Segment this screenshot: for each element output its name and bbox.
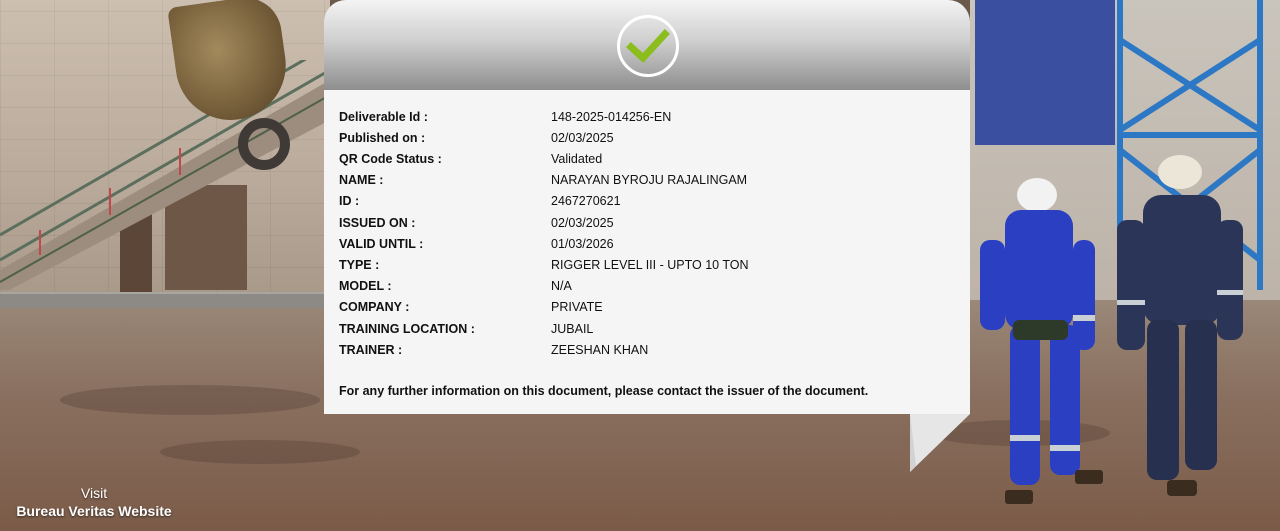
card-header xyxy=(324,0,970,90)
field-row-company: COMPANY : PRIVATE xyxy=(339,300,959,321)
field-row-training-location: TRAINING LOCATION : JUBAIL xyxy=(339,322,959,343)
field-label: VALID UNTIL : xyxy=(339,237,424,251)
field-value: RIGGER LEVEL III - UPTO 10 TON xyxy=(551,258,749,272)
check-icon xyxy=(626,29,670,63)
field-row-name: NAME : NARAYAN BYROJU RAJALINGAM xyxy=(339,173,959,194)
field-label: Published on : xyxy=(339,131,426,145)
certificate-card: Deliverable Id : 148-2025-014256-EN Publ… xyxy=(324,0,970,414)
staircase xyxy=(0,60,330,290)
field-value: PRIVATE xyxy=(551,300,603,314)
bureau-veritas-website-link[interactable]: Visit Bureau Veritas Website xyxy=(0,485,188,519)
tyre xyxy=(238,118,290,170)
worker-figure xyxy=(980,178,1103,504)
field-label: COMPANY : xyxy=(339,300,410,314)
field-row-deliverable-id: Deliverable Id : 148-2025-014256-EN xyxy=(339,110,959,131)
certificate-details: Deliverable Id : 148-2025-014256-EN Publ… xyxy=(324,90,970,414)
page-fold xyxy=(910,414,970,472)
visit-label: Visit xyxy=(80,485,108,501)
field-row-trainer: TRAINER : ZEESHAN KHAN xyxy=(339,343,959,364)
field-row-id: ID : 2467270621 xyxy=(339,194,959,215)
field-label: QR Code Status : xyxy=(339,152,442,166)
field-label: ISSUED ON : xyxy=(339,216,416,230)
field-value: 02/03/2025 xyxy=(551,216,614,230)
field-row-issued-on: ISSUED ON : 02/03/2025 xyxy=(339,216,959,237)
blue-panel xyxy=(975,0,1115,145)
validated-badge xyxy=(617,15,679,77)
field-row-qr-status: QR Code Status : Validated xyxy=(339,152,959,173)
field-label: MODEL : xyxy=(339,279,392,293)
field-value: 02/03/2025 xyxy=(551,131,614,145)
field-value: N/A xyxy=(551,279,572,293)
field-value: JUBAIL xyxy=(551,322,594,336)
field-value: Validated xyxy=(551,152,603,166)
field-label: TRAINER : xyxy=(339,343,403,357)
field-label: TRAINING LOCATION : xyxy=(339,322,475,336)
contact-notice: For any further information on this docu… xyxy=(339,384,869,398)
field-row-valid-until: VALID UNTIL : 01/03/2026 xyxy=(339,237,959,258)
field-row-model: MODEL : N/A xyxy=(339,279,959,300)
field-value: 2467270621 xyxy=(551,194,621,208)
field-value: ZEESHAN KHAN xyxy=(551,343,649,357)
worker-figure xyxy=(1117,155,1243,496)
field-value: 01/03/2026 xyxy=(551,237,614,251)
field-row-published-on: Published on : 02/03/2025 xyxy=(339,131,959,152)
pipe xyxy=(0,292,330,308)
website-label: Bureau Veritas Website xyxy=(16,503,172,519)
field-label: Deliverable Id : xyxy=(339,110,428,124)
field-value: 148-2025-014256-EN xyxy=(551,110,672,124)
field-label: ID : xyxy=(339,194,360,208)
field-row-type: TYPE : RIGGER LEVEL III - UPTO 10 TON xyxy=(339,258,959,279)
field-label: NAME : xyxy=(339,173,384,187)
field-label: TYPE : xyxy=(339,258,380,272)
field-value: NARAYAN BYROJU RAJALINGAM xyxy=(551,173,748,187)
